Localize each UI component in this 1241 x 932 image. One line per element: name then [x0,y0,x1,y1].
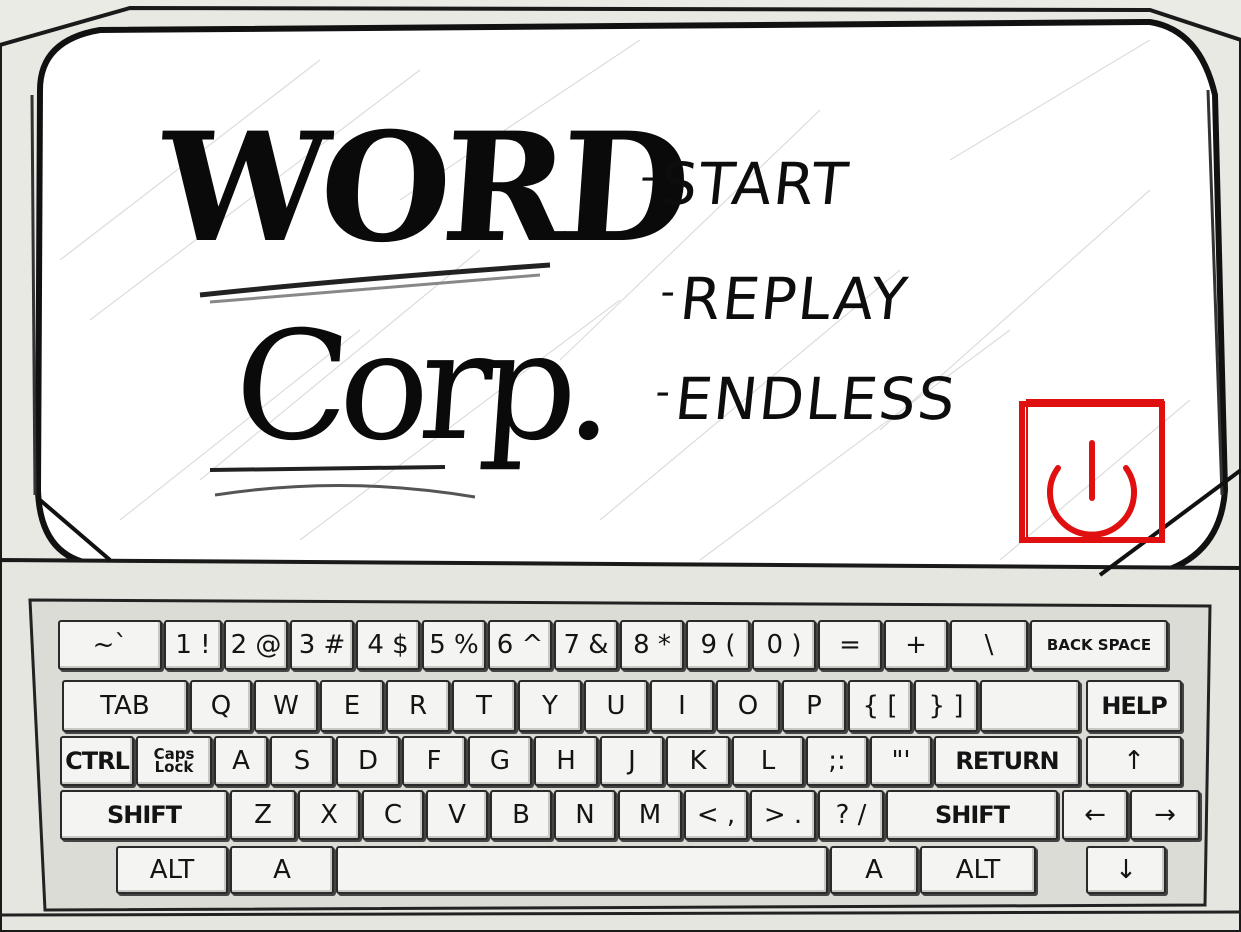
key-b[interactable]: B [490,790,552,840]
key-j[interactable]: J [600,736,664,786]
key-l[interactable]: L [732,736,804,786]
key-k[interactable]: K [666,736,730,786]
menu-dash: - [658,269,680,315]
menu-replay-button[interactable]: -REPLAY [656,265,912,333]
menu-endless-label: ENDLESS [671,365,961,433]
key-back-space[interactable]: BACK SPACE [1030,620,1168,670]
key-0[interactable]: 0 ) [752,620,816,670]
key-shift[interactable]: SHIFT [886,790,1058,840]
key-y[interactable]: Y [518,680,582,732]
symbol-key[interactable]: { [ [848,680,912,732]
key-o[interactable]: O [716,680,780,732]
key-9[interactable]: 9 ( [686,620,750,670]
key-r[interactable]: R [386,680,450,732]
key-alt[interactable]: ALT [116,846,228,894]
key-ctrl[interactable]: CTRL [60,736,134,786]
symbol-key[interactable]: → [1130,790,1200,840]
symbol-key[interactable]: > . [750,790,816,840]
key-s[interactable]: S [270,736,334,786]
space-key[interactable] [336,846,828,894]
key-c[interactable]: C [362,790,424,840]
symbol-key[interactable]: = [818,620,882,670]
key-alt[interactable]: ALT [920,846,1036,894]
key-3[interactable]: 3 # [290,620,354,670]
key-q[interactable]: Q [190,680,252,732]
key-i[interactable]: I [650,680,714,732]
key-x[interactable]: X [298,790,360,840]
menu-replay-label: REPLAY [676,265,913,333]
key-e[interactable]: E [320,680,384,732]
symbol-key[interactable]: ? / [818,790,884,840]
symbol-key[interactable]: } ] [914,680,978,732]
key-z[interactable]: Z [230,790,296,840]
game-title-corp: Corp. [228,300,612,474]
key-a[interactable]: A [214,736,268,786]
key-2[interactable]: 2 @ [224,620,288,670]
key-f[interactable]: F [402,736,466,786]
key-7[interactable]: 7 & [554,620,618,670]
key-a[interactable]: A [230,846,334,894]
symbol-key[interactable]: < , [684,790,748,840]
menu-dash: - [653,369,675,415]
menu-start-label: START [656,150,853,218]
key-h[interactable]: H [534,736,598,786]
key-t[interactable]: T [452,680,516,732]
key-8[interactable]: 8 * [620,620,684,670]
key-4[interactable]: 4 $ [356,620,420,670]
menu-endless-button[interactable]: -ENDLESS [651,365,960,433]
corp-underline [209,465,476,499]
key-m[interactable]: M [618,790,682,840]
key-w[interactable]: W [254,680,318,732]
symbol-key[interactable]: ← [1062,790,1128,840]
key-p[interactable]: P [782,680,846,732]
key-d[interactable]: D [336,736,400,786]
key-shift[interactable]: SHIFT [60,790,228,840]
power-icon [1019,399,1165,543]
symbol-key[interactable]: ↓ [1086,846,1166,894]
key-n[interactable]: N [554,790,616,840]
key-g[interactable]: G [468,736,532,786]
symbol-key[interactable]: ~` [58,620,162,670]
menu-dash: - [638,154,660,200]
key-return[interactable]: RETURN [934,736,1080,786]
key-v[interactable]: V [426,790,488,840]
key-6[interactable]: 6 ^ [488,620,552,670]
key-5[interactable]: 5 % [422,620,486,670]
blank-key[interactable] [980,680,1080,732]
key-a[interactable]: A [830,846,918,894]
symbol-key[interactable]: + [884,620,948,670]
key-caps-lock[interactable]: Caps Lock [136,736,212,786]
symbol-key[interactable]: \ [950,620,1028,670]
menu-start-button[interactable]: -START [636,150,853,218]
key-help[interactable]: HELP [1086,680,1182,732]
key-1[interactable]: 1 ! [164,620,222,670]
key-tab[interactable]: TAB [62,680,188,732]
key-u[interactable]: U [584,680,648,732]
symbol-key[interactable]: ↑ [1086,736,1182,786]
symbol-key[interactable]: "' [870,736,932,786]
symbol-key[interactable]: ;: [806,736,868,786]
power-button[interactable] [1018,398,1166,546]
